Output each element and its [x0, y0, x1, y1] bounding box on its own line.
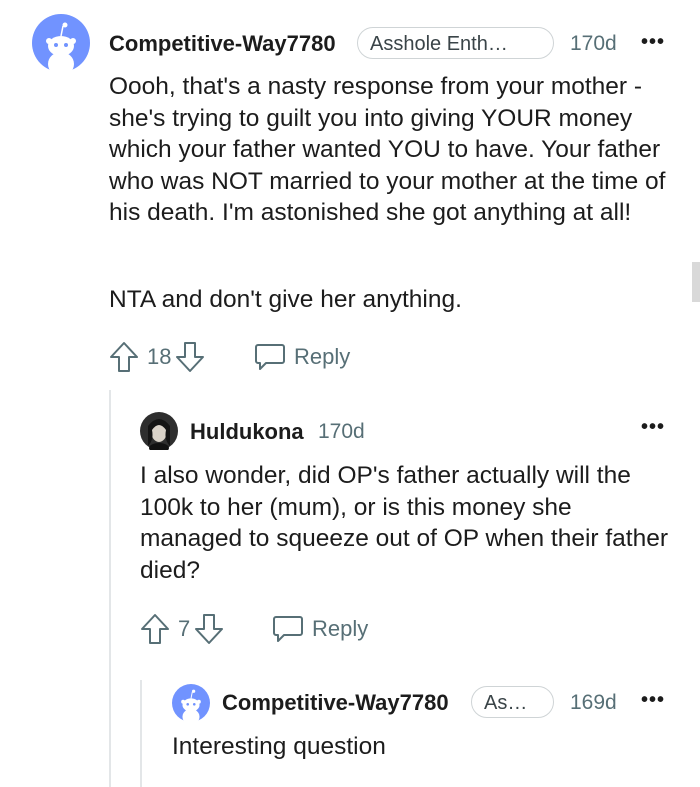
snoo-avatar-icon — [172, 684, 210, 722]
comment-body: NTA and don't give her anything. — [109, 286, 462, 313]
comment-bubble-icon — [255, 344, 285, 370]
downvote-icon[interactable] — [194, 613, 224, 645]
user-flair: Asshole Enth… — [357, 27, 554, 59]
user-photo-avatar-icon — [140, 412, 178, 450]
vote-count: 7 — [178, 616, 191, 641]
more-options-icon[interactable]: ••• — [641, 689, 665, 712]
snoo-avatar-icon — [32, 14, 90, 72]
avatar[interactable] — [32, 14, 90, 72]
thread-line-nested[interactable] — [140, 680, 142, 787]
reply-button[interactable]: Reply — [272, 612, 368, 646]
comment-age: 170d — [570, 32, 617, 55]
avatar[interactable] — [172, 684, 210, 722]
thread-line[interactable] — [109, 390, 111, 787]
upvote-icon[interactable] — [109, 341, 139, 373]
comment-body: Oooh, that's a nasty response from your … — [109, 73, 666, 226]
reply-button[interactable]: Reply — [254, 340, 350, 374]
reply-label: Reply — [294, 344, 351, 369]
comment-body: Interesting question — [172, 733, 386, 760]
comment-bubble-icon — [273, 616, 303, 642]
vote-controls: 7 — [140, 612, 224, 646]
username[interactable]: Huldukona — [190, 419, 304, 445]
reply-label: Reply — [312, 616, 369, 641]
user-flair: As… — [471, 686, 554, 718]
avatar[interactable] — [140, 412, 178, 450]
upvote-icon[interactable] — [140, 613, 170, 645]
more-options-icon[interactable]: ••• — [641, 31, 665, 54]
username[interactable]: Competitive-Way7780 — [222, 690, 449, 716]
comment-age: 169d — [570, 691, 617, 714]
comment-age: 170d — [318, 420, 365, 443]
more-options-icon[interactable]: ••• — [641, 416, 665, 439]
username[interactable]: Competitive-Way7780 — [109, 31, 336, 57]
scrollbar-thumb[interactable] — [692, 262, 700, 302]
vote-controls: 18 — [109, 340, 205, 374]
vote-count: 18 — [147, 344, 172, 369]
downvote-icon[interactable] — [175, 341, 205, 373]
comment-body: I also wonder, did OP's father actually … — [140, 462, 669, 584]
